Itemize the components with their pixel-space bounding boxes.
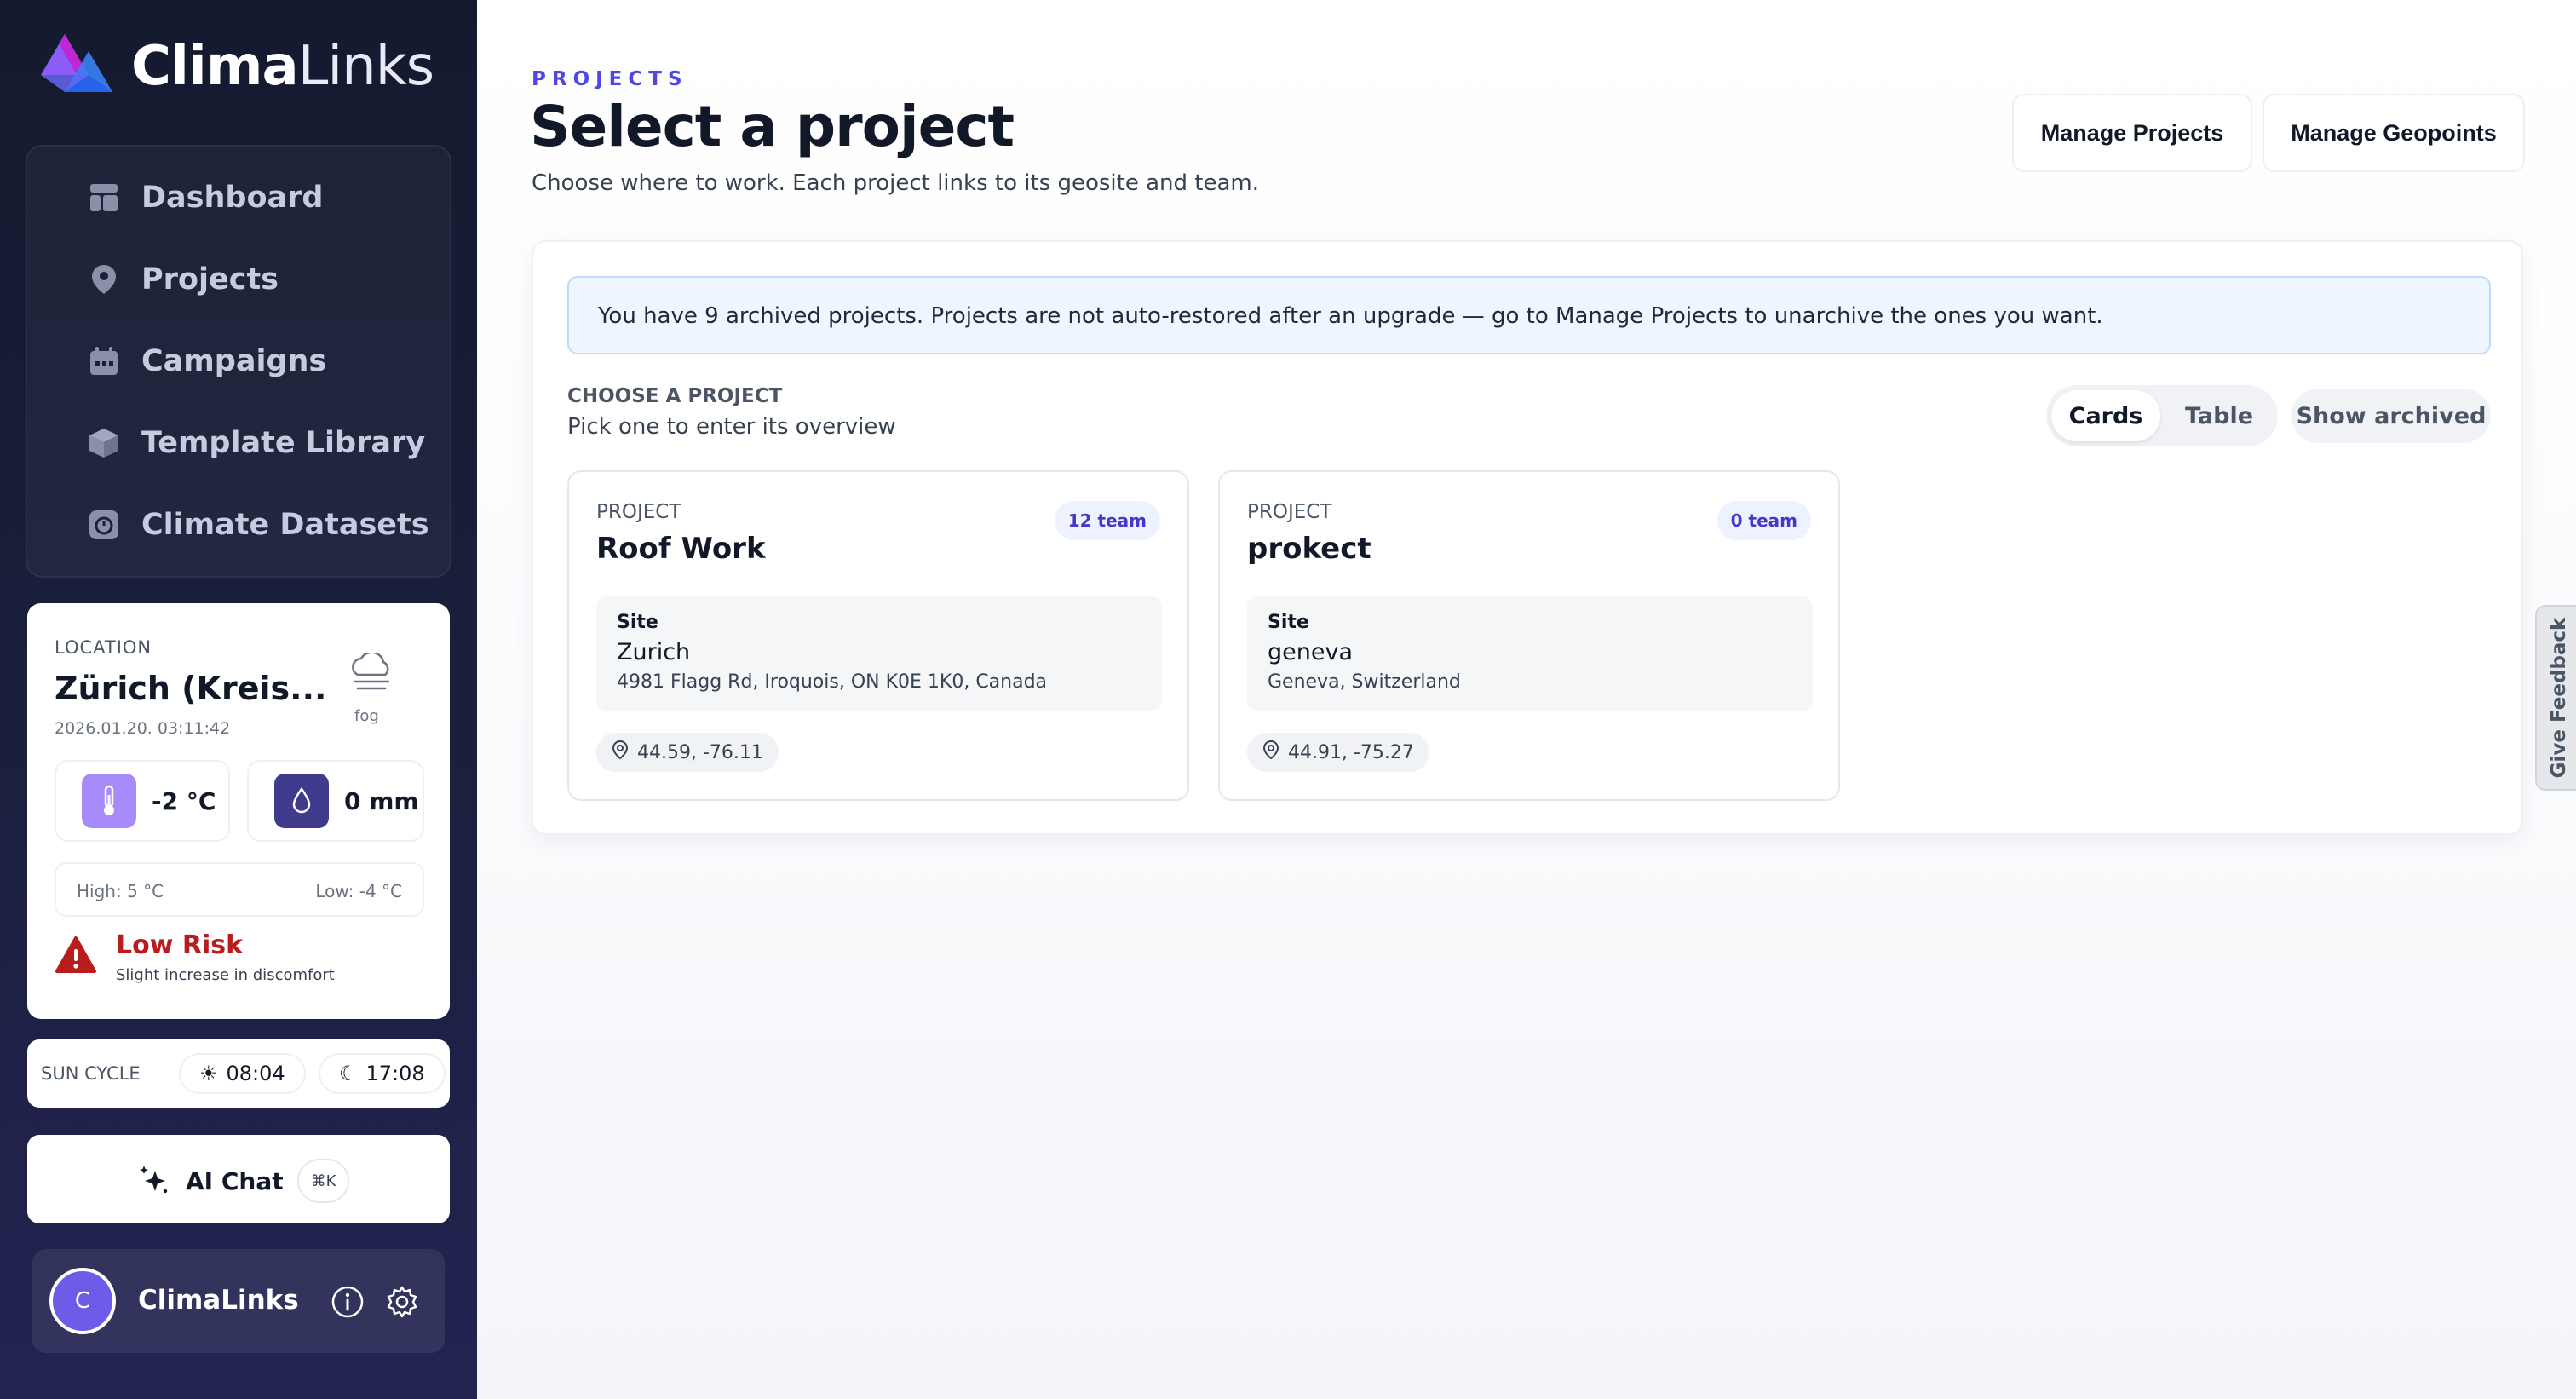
- moon-icon: ☾: [339, 1062, 358, 1085]
- project-card[interactable]: PROJECT prokect 0 team Site geneva Genev…: [1218, 470, 1840, 801]
- view-table-button[interactable]: Table: [2165, 390, 2273, 441]
- give-feedback-tab[interactable]: Give Feedback: [2535, 605, 2576, 791]
- risk-level: Low Risk: [116, 930, 244, 960]
- project-label: PROJECT: [1247, 501, 1332, 523]
- coordinates-badge: 44.91, -75.27: [1247, 733, 1429, 772]
- sidebar-item-campaigns[interactable]: Campaigns: [87, 344, 326, 378]
- banner-text: You have 9 archived projects. Projects a…: [598, 303, 2103, 329]
- location-label: LOCATION: [55, 637, 152, 658]
- sidebar-item-template-library[interactable]: Template Library: [87, 426, 425, 460]
- user-name: ClimaLinks: [138, 1285, 299, 1316]
- temperature-low: Low: -4 °C: [315, 881, 402, 901]
- project-name: prokect: [1247, 532, 1371, 566]
- coordinates-value: 44.59, -76.11: [637, 741, 763, 763]
- cube-icon: [87, 426, 121, 460]
- keyboard-shortcut-badge: ⌘K: [296, 1159, 350, 1203]
- thermometer-icon: [82, 774, 136, 828]
- map-pin-icon: [1262, 740, 1279, 765]
- team-count-badge: 12 team: [1054, 501, 1160, 540]
- sidebar-item-label: Climate Datasets: [141, 508, 429, 542]
- risk-description: Slight increase in discomfort: [116, 966, 335, 984]
- dataset-icon: [87, 508, 121, 542]
- ai-chat-button[interactable]: AI Chat ⌘K: [27, 1135, 450, 1223]
- chooser-subtitle: Pick one to enter its overview: [567, 414, 896, 440]
- sunrise-time: 08:04: [226, 1062, 285, 1085]
- sidebar-item-label: Template Library: [141, 426, 426, 460]
- sidebar: ClimaLinks Dashboard Projects Campaigns …: [0, 0, 477, 1399]
- fog-icon: [346, 651, 397, 695]
- weather-condition: fog: [354, 707, 379, 725]
- sidebar-nav: Dashboard Projects Campaigns Template Li…: [26, 145, 451, 578]
- site-address: 4981 Flagg Rd, Iroquois, ON K0E 1K0, Can…: [617, 671, 1048, 693]
- site-box: Site geneva Geneva, Switzerland: [1247, 596, 1813, 711]
- avatar[interactable]: C: [49, 1268, 116, 1334]
- page-eyebrow: PROJECTS: [532, 68, 688, 90]
- warning-icon: [55, 936, 97, 975]
- location-city: Zürich (Kreis...: [55, 670, 327, 707]
- temperature-pill: -2 °C: [55, 760, 230, 842]
- precipitation-pill: 0 mm: [247, 760, 424, 842]
- user-card: C ClimaLinks: [32, 1249, 445, 1353]
- high-low-row: High: 5 °C Low: -4 °C: [55, 862, 424, 917]
- sunset-pill: ☾ 17:08: [319, 1053, 446, 1094]
- map-pin-icon: [612, 740, 629, 765]
- ai-chat-content: AI Chat ⌘K: [136, 1159, 350, 1203]
- sun-icon: ☀: [199, 1062, 218, 1085]
- page-subtitle: Choose where to work. Each project links…: [532, 170, 1260, 196]
- view-toggle: Cards Table: [2046, 385, 2278, 446]
- info-icon[interactable]: [331, 1285, 365, 1319]
- project-name: Roof Work: [596, 532, 766, 566]
- team-count-badge: 0 team: [1716, 501, 1811, 540]
- sidebar-item-climate-datasets[interactable]: Climate Datasets: [87, 508, 429, 542]
- weather-card: LOCATION Zürich (Kreis... 2026.01.20. 03…: [27, 603, 450, 1019]
- project-chooser-panel: You have 9 archived projects. Projects a…: [532, 240, 2523, 835]
- gear-icon[interactable]: [385, 1285, 419, 1319]
- sun-cycle-card: SUN CYCLE ☀ 08:04 ☾ 17:08: [27, 1039, 450, 1108]
- precipitation-value: 0 mm: [344, 786, 419, 815]
- dashboard-icon: [87, 181, 121, 215]
- sidebar-item-label: Campaigns: [141, 344, 327, 378]
- sidebar-item-projects[interactable]: Projects: [87, 262, 279, 296]
- project-card[interactable]: PROJECT Roof Work 12 team Site Zurich 49…: [567, 470, 1189, 801]
- climalinks-logo-icon: [39, 32, 114, 101]
- site-name: Zurich: [617, 639, 691, 665]
- view-cards-button[interactable]: Cards: [2051, 390, 2160, 441]
- brand-name: ClimaLinks: [131, 35, 434, 98]
- chooser-heading: CHOOSE A PROJECT: [567, 385, 783, 407]
- ai-chat-label: AI Chat: [186, 1166, 284, 1195]
- page-title: Select a project: [530, 94, 1015, 159]
- show-archived-button[interactable]: Show archived: [2291, 389, 2491, 443]
- sidebar-item-dashboard[interactable]: Dashboard: [87, 181, 323, 215]
- manage-geopoints-button[interactable]: Manage Geopoints: [2263, 94, 2525, 172]
- coordinates-badge: 44.59, -76.11: [596, 733, 779, 772]
- coordinates-value: 44.91, -75.27: [1288, 741, 1414, 763]
- map-pin-icon: [87, 262, 121, 296]
- sunrise-pill: ☀ 08:04: [179, 1053, 306, 1094]
- site-label: Site: [617, 612, 658, 633]
- sidebar-item-label: Dashboard: [141, 181, 324, 215]
- site-name: geneva: [1268, 639, 1353, 665]
- site-label: Site: [1268, 612, 1309, 633]
- calendar-icon: [87, 344, 121, 378]
- weather-timestamp: 2026.01.20. 03:11:42: [55, 719, 231, 738]
- site-address: Geneva, Switzerland: [1268, 671, 1461, 693]
- site-box: Site Zurich 4981 Flagg Rd, Iroquois, ON …: [596, 596, 1162, 711]
- archived-info-banner: You have 9 archived projects. Projects a…: [567, 276, 2491, 354]
- sunset-time: 17:08: [365, 1062, 425, 1085]
- sidebar-item-label: Projects: [141, 262, 279, 296]
- brand-logo[interactable]: ClimaLinks: [39, 32, 434, 101]
- temperature-value: -2 °C: [152, 786, 216, 815]
- feedback-label: Give Feedback: [2548, 617, 2570, 779]
- project-label: PROJECT: [596, 501, 681, 523]
- water-drop-icon: [274, 774, 329, 828]
- manage-projects-button[interactable]: Manage Projects: [2012, 94, 2252, 172]
- sparkle-icon: [136, 1162, 170, 1200]
- main-content: PROJECTS Select a project Choose where t…: [477, 0, 2576, 1399]
- temperature-high: High: 5 °C: [77, 881, 164, 901]
- sun-cycle-label: SUN CYCLE: [41, 1063, 141, 1084]
